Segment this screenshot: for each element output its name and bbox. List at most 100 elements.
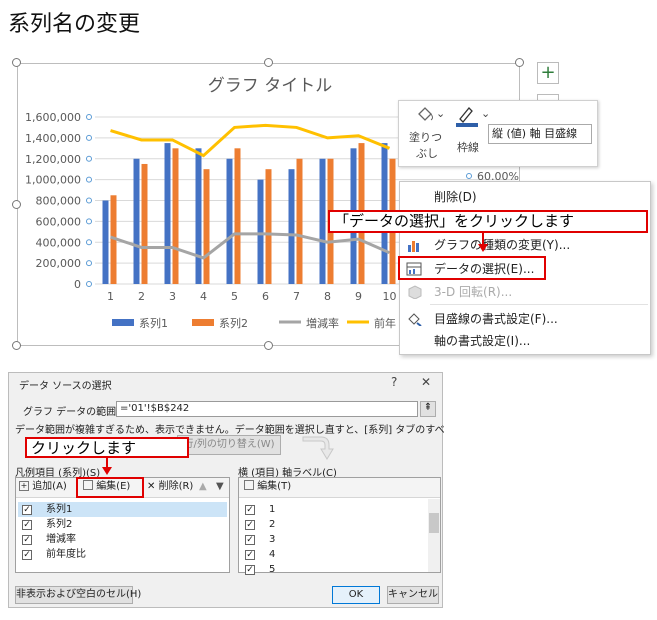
y-tick-label: 1,000,000 xyxy=(25,174,81,187)
bar-系列2 xyxy=(172,148,179,284)
outline-pen-icon[interactable] xyxy=(454,105,480,127)
scrollbar[interactable] xyxy=(428,499,440,572)
series-row[interactable]: ✓ 前年度比 xyxy=(18,547,227,562)
x-tick-label: 4 xyxy=(200,290,207,303)
menu-item-label: 軸の書式設定(I)... xyxy=(434,334,531,348)
legend-label: 系列1 xyxy=(139,316,168,330)
move-down-button[interactable]: ▼ xyxy=(216,478,224,498)
bar-系列1 xyxy=(133,158,140,284)
checkbox[interactable]: ✓ xyxy=(22,535,32,545)
fill-bucket-icon[interactable] xyxy=(414,105,436,123)
resize-handle[interactable] xyxy=(264,58,273,67)
y-tick-label: 1,600,000 xyxy=(25,111,81,124)
axis-row[interactable]: ✓ 4 xyxy=(241,547,426,562)
add-series-button[interactable]: + 追加(A) xyxy=(19,478,67,498)
scrollbar-thumb[interactable] xyxy=(429,513,439,533)
menu-separator xyxy=(430,304,648,305)
menu-item-3d-rotation: 3-D 回転(R)... xyxy=(400,281,650,303)
axis-row[interactable]: ✓ 2 xyxy=(241,517,426,532)
range-input[interactable]: ='01'!$B$242 xyxy=(116,401,418,417)
axis-row[interactable]: ✓ 1 xyxy=(241,502,426,517)
delete-series-label: 削除(R) xyxy=(158,481,194,492)
axis-labels-listbox: 編集(T) ✓ 1 ✓ 2 ✓ 3 ✓ 4 ✓ 5 xyxy=(238,477,441,575)
chart-title: グラフ タイトル xyxy=(208,76,332,96)
resize-handle[interactable] xyxy=(12,58,21,67)
axis-item-label: 4 xyxy=(269,549,276,560)
switch-row-column-button[interactable]: 行/列の切り替え(W) xyxy=(177,435,281,455)
checkbox[interactable]: ✓ xyxy=(245,535,255,545)
checkbox[interactable]: ✓ xyxy=(245,565,255,575)
y-tick-label: 400,000 xyxy=(36,236,82,249)
arrow-down-icon xyxy=(101,458,113,476)
ok-button[interactable]: OK xyxy=(332,586,380,604)
resize-handle[interactable] xyxy=(12,341,21,350)
resize-handle[interactable] xyxy=(12,200,21,209)
y-tick-label: 600,000 xyxy=(36,215,82,228)
resize-handle[interactable] xyxy=(264,341,273,350)
chevron-down-icon[interactable]: ⌄ xyxy=(481,107,490,120)
callout-click-edit: クリックします xyxy=(25,437,189,458)
checkbox[interactable]: ✓ xyxy=(22,550,32,560)
checkbox[interactable]: ✓ xyxy=(245,505,255,515)
x-tick-label: 5 xyxy=(231,290,238,303)
axis-item-label: 2 xyxy=(269,519,276,530)
checkbox[interactable]: ✓ xyxy=(22,505,32,515)
callout-select-data: 「データの選択」をクリックします xyxy=(328,210,648,233)
mini-toolbar: ⌄ 塗りつ ぶし ⌄ 枠線 縦 (値) 軸 目盛線 xyxy=(398,100,598,167)
dialog-title: データ ソースの選択 xyxy=(19,381,112,392)
series-row[interactable]: ✓ 増減率 xyxy=(18,532,227,547)
series-name: 系列2 xyxy=(46,519,73,530)
x-tick-label: 9 xyxy=(355,290,362,303)
legend-swatch xyxy=(112,319,134,326)
menu-item-label: グラフの種類の変更(Y)... xyxy=(434,238,571,252)
cancel-button[interactable]: キャンセル xyxy=(387,586,439,604)
chart-element-select[interactable]: 縦 (値) 軸 目盛線 xyxy=(488,124,592,144)
hidden-empty-cells-button[interactable]: 非表示および空白のセル(H) xyxy=(15,586,141,604)
delete-series-button[interactable]: ✕ 削除(R) xyxy=(147,478,193,498)
menu-item-format-axis[interactable]: 軸の書式設定(I)... xyxy=(400,330,650,352)
series-row[interactable]: ✓ 系列2 xyxy=(18,517,227,532)
axis-row[interactable]: ✓ 3 xyxy=(241,532,426,547)
checkbox[interactable]: ✓ xyxy=(245,550,255,560)
axis-handle xyxy=(86,197,92,204)
help-button[interactable]: ? xyxy=(391,375,397,389)
y-tick-label: 200,000 xyxy=(36,257,82,270)
arrow-down-icon xyxy=(477,233,489,253)
checkbox[interactable]: ✓ xyxy=(22,520,32,530)
highlight-edit-button xyxy=(76,477,144,498)
axis-row[interactable]: ✓ 5 xyxy=(241,562,426,577)
select-data-source-dialog: データ ソースの選択 ? ✕ グラフ データの範囲(D): ='01'!$B$2… xyxy=(8,372,445,608)
chart-elements-button[interactable]: + xyxy=(537,62,559,84)
series-name: 前年度比 xyxy=(46,549,86,560)
chevron-down-icon[interactable]: ⌄ xyxy=(436,107,445,120)
collapse-range-button[interactable]: ⇞ xyxy=(420,401,436,417)
y-tick-label: 0 xyxy=(74,278,81,291)
edit-axis-button[interactable]: 編集(T) xyxy=(244,478,291,498)
legend-label: 前年 xyxy=(374,316,396,330)
x-tick-label: 8 xyxy=(324,290,331,303)
switch-row-column-label: 行/列の切り替え(W) xyxy=(183,439,275,450)
checkbox[interactable]: ✓ xyxy=(245,520,255,530)
close-button[interactable]: ✕ xyxy=(421,375,431,389)
move-up-button[interactable]: ▲ xyxy=(199,478,207,498)
axis-toolbar: 編集(T) xyxy=(239,478,440,498)
bar-系列1 xyxy=(288,169,295,284)
menu-item-change-chart-type[interactable]: グラフの種類の変更(Y)... xyxy=(400,234,650,256)
series-row[interactable]: ✓ 系列1 xyxy=(18,502,227,517)
series-name: 増減率 xyxy=(46,534,76,545)
switch-arrow-icon xyxy=(301,433,335,461)
fill-label-2: ぶし xyxy=(416,147,438,160)
add-icon: + xyxy=(19,481,29,491)
menu-item-delete[interactable]: 削除(D) xyxy=(400,186,650,208)
info-text: データ範囲が複雑すぎるため、表示できません。データ範囲を選択し直すと、[系列] … xyxy=(15,425,445,436)
resize-handle[interactable] xyxy=(515,58,524,67)
menu-item-format-gridlines[interactable]: 目盛線の書式設定(F)... xyxy=(400,308,650,330)
fill-label: 塗りつ xyxy=(409,131,443,144)
bar-系列1 xyxy=(226,158,233,284)
bar-系列1 xyxy=(319,158,326,284)
bar-系列1 xyxy=(164,143,171,284)
axis-item-label: 3 xyxy=(269,534,276,545)
axis-item-label: 1 xyxy=(269,504,276,515)
x-tick-label: 3 xyxy=(169,290,176,303)
y-tick-label: 1,400,000 xyxy=(25,132,81,145)
